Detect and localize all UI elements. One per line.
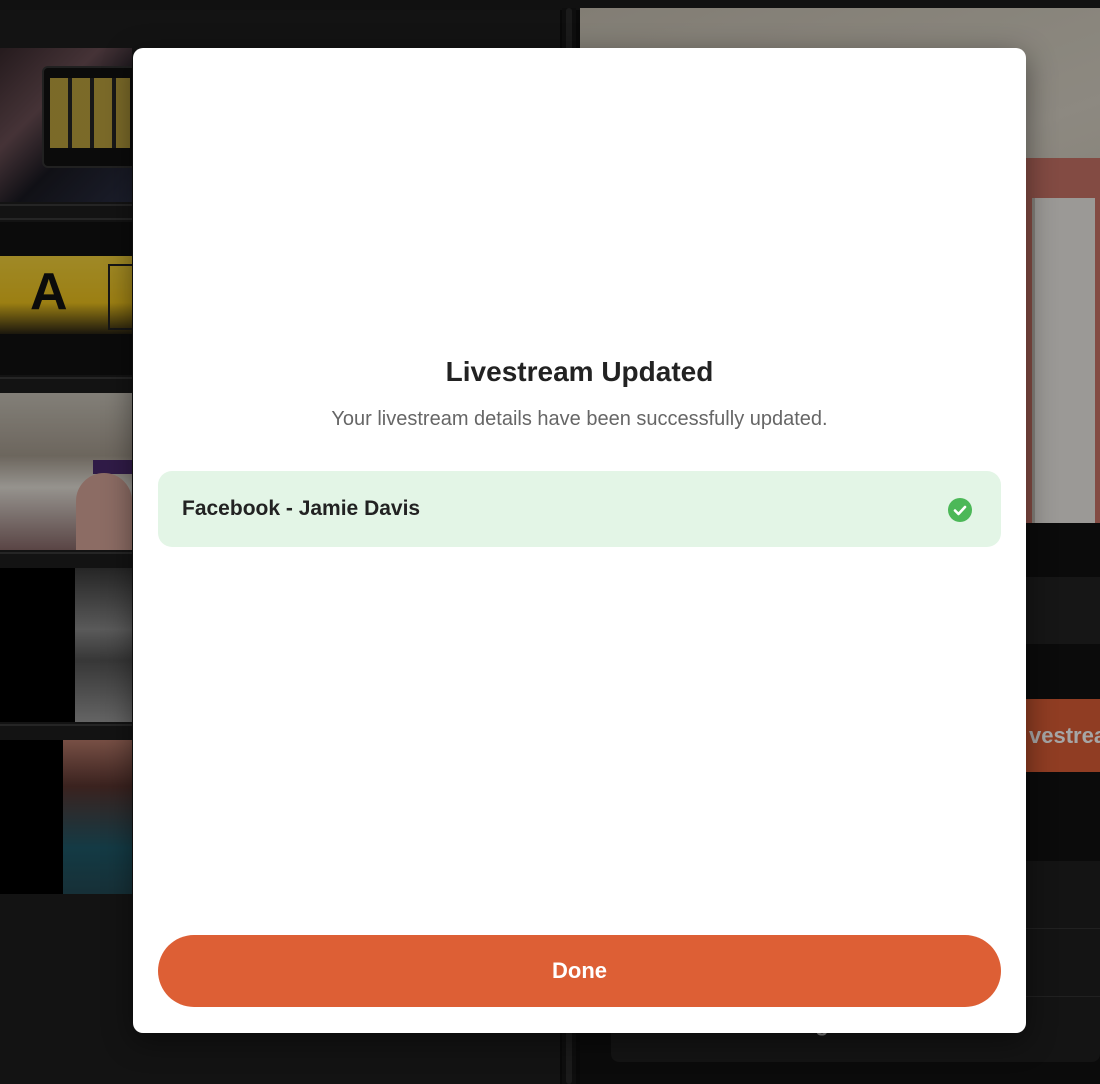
- dialog-title: Livestream Updated: [445, 356, 714, 387]
- destination-label: Facebook - Jamie Davis: [182, 497, 421, 520]
- destination-row: Facebook - Jamie Davis: [158, 471, 1001, 547]
- dialog-subtitle: Your livestream details have been succes…: [331, 408, 828, 430]
- livestream-updated-dialog: Livestream Updated Your livestream detai…: [133, 48, 1026, 1033]
- check-circle-icon: [948, 498, 972, 522]
- done-button[interactable]: Done: [158, 935, 1001, 1007]
